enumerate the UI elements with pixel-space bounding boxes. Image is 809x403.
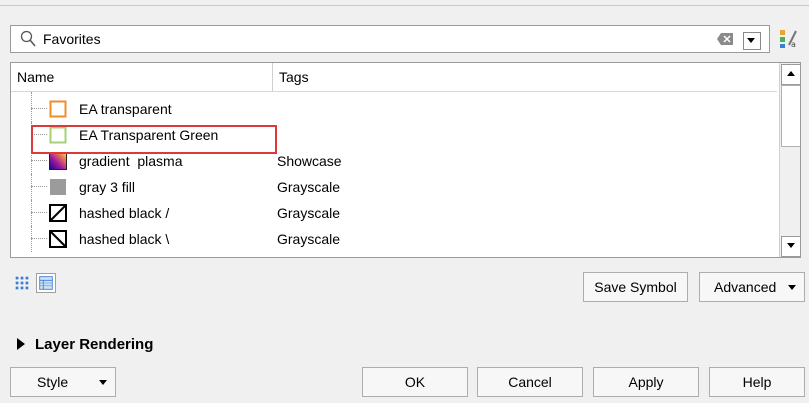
- style-dropdown-button[interactable]: Style: [10, 367, 116, 397]
- row-tag: Grayscale: [277, 179, 341, 195]
- column-separator: [272, 63, 273, 91]
- apply-label: Apply: [628, 374, 664, 390]
- row-name: hashed black /: [79, 205, 170, 221]
- advanced-label: Advanced: [714, 279, 777, 295]
- gray-fill-icon: [50, 179, 66, 195]
- style-label: Style: [37, 374, 69, 390]
- hatch-forward-icon: [49, 204, 67, 222]
- row-tag: Showcase: [277, 153, 342, 169]
- table-row[interactable]: hashed black \ Grayscale: [11, 226, 777, 252]
- symbol-search-box[interactable]: Favorites: [10, 25, 770, 53]
- ok-label: OK: [404, 374, 426, 390]
- row-name: hashed black \: [79, 231, 170, 247]
- scroll-down-button[interactable]: [781, 236, 800, 257]
- row-name: gray 3 fill: [79, 179, 136, 195]
- layer-rendering-label: Layer Rendering: [35, 336, 154, 353]
- row-tag: Grayscale: [277, 231, 341, 247]
- table-header: Name Tags: [11, 63, 777, 92]
- column-header-tags[interactable]: Tags: [279, 69, 309, 85]
- ok-button[interactable]: OK: [362, 367, 468, 397]
- list-view-icon[interactable]: [36, 273, 56, 293]
- gradient-plasma-icon: [49, 152, 67, 170]
- row-tag: Grayscale: [277, 205, 341, 221]
- advanced-dropdown-button[interactable]: Advanced: [699, 272, 805, 302]
- row-name: EA transparent: [79, 101, 172, 117]
- table-row[interactable]: hashed black / Grayscale: [11, 200, 777, 226]
- symbol-list-table[interactable]: Name Tags EA transparent EA Transparent …: [10, 62, 801, 258]
- search-input[interactable]: Favorites: [43, 31, 101, 47]
- table-row[interactable]: EA transparent: [11, 92, 777, 122]
- column-header-name[interactable]: Name: [17, 69, 54, 85]
- table-row[interactable]: gray 3 fill Grayscale: [11, 174, 777, 200]
- top-divider: [0, 5, 809, 6]
- scroll-thumb[interactable]: [781, 85, 800, 147]
- selection-highlight: [31, 125, 277, 154]
- outline-square-orange-icon: [49, 100, 67, 118]
- help-label: Help: [742, 374, 772, 390]
- cancel-button[interactable]: Cancel: [477, 367, 583, 397]
- style-manager-icon[interactable]: a: [778, 27, 800, 49]
- vertical-scrollbar[interactable]: [779, 63, 800, 257]
- search-icon: [20, 30, 36, 47]
- chevron-down-icon: [788, 284, 796, 290]
- chevron-down-icon: [99, 379, 107, 385]
- layer-rendering-section[interactable]: Layer Rendering: [17, 336, 153, 353]
- row-name: gradient plasma: [79, 153, 183, 169]
- save-symbol-button[interactable]: Save Symbol: [583, 272, 688, 302]
- scroll-up-button[interactable]: [781, 64, 800, 85]
- icon-view-icon[interactable]: [12, 273, 32, 293]
- expand-triangle-icon: [17, 338, 25, 350]
- help-button[interactable]: Help: [709, 367, 805, 397]
- hatch-back-icon: [49, 230, 67, 248]
- clear-search-icon[interactable]: [717, 33, 733, 45]
- cancel-label: Cancel: [508, 374, 552, 390]
- group-dropdown-button[interactable]: [743, 32, 761, 50]
- apply-button[interactable]: Apply: [593, 367, 699, 397]
- svg-text:a: a: [791, 40, 796, 49]
- save-symbol-label: Save Symbol: [594, 279, 677, 295]
